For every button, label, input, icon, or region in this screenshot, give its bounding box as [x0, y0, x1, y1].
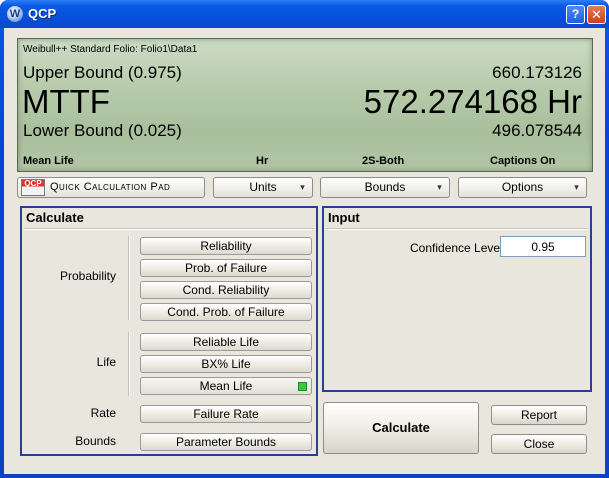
probability-label: Probability — [59, 269, 116, 283]
mean-life-label: Mean Life — [199, 379, 253, 393]
upper-bound-label: Upper Bound (0.975) — [23, 63, 182, 82]
options-dropdown[interactable]: Options ▾ — [458, 177, 587, 198]
divider — [128, 332, 130, 396]
results-display: Weibull++ Standard Folio: Folio1\Data1 U… — [17, 38, 593, 172]
bounds-label: Bounds — [75, 434, 116, 448]
mean-life-button[interactable]: Mean Life — [140, 377, 312, 395]
parameter-bounds-button[interactable]: Parameter Bounds — [140, 433, 312, 451]
chevron-down-icon: ▾ — [300, 182, 305, 192]
footer-captions: Captions On — [490, 155, 556, 167]
divider — [128, 236, 130, 320]
bounds-label: Bounds — [364, 180, 406, 194]
footer-mode: Mean Life — [23, 155, 74, 167]
footer-bounds: 2S-Both — [362, 155, 405, 167]
calculate-button[interactable]: Calculate — [323, 402, 479, 454]
units-label: Units — [249, 180, 277, 194]
units-dropdown[interactable]: Units ▾ — [213, 177, 313, 198]
toolbar: QCP Quick Calculation Pad Units ▾ Bounds… — [17, 177, 593, 199]
quick-calculation-pad-button[interactable]: QCP Quick Calculation Pad — [17, 177, 205, 198]
qcp-label: Quick Calculation Pad — [50, 181, 171, 193]
failure-rate-button[interactable]: Failure Rate — [140, 405, 312, 423]
confidence-level-input[interactable] — [500, 236, 586, 257]
weibull-app-icon: W — [7, 6, 23, 22]
qcp-window: W QCP ? ✕ Weibull++ Standard Folio: Foli… — [0, 0, 609, 478]
divider — [326, 228, 588, 230]
qcp-logo-icon: QCP — [21, 179, 45, 196]
window-close-button[interactable]: ✕ — [587, 5, 606, 24]
lower-bound-label: Lower Bound (0.025) — [23, 121, 182, 140]
cond-prob-of-failure-button[interactable]: Cond. Prob. of Failure — [140, 303, 312, 321]
input-group: Input Confidence Level — [322, 206, 592, 392]
input-title: Input — [328, 210, 360, 225]
calculate-title: Calculate — [26, 210, 84, 225]
life-label: Life — [96, 355, 116, 369]
cond-reliability-button[interactable]: Cond. Reliability — [140, 281, 312, 299]
rate-label: Rate — [90, 406, 116, 420]
upper-bound-value: 660.173126 — [492, 63, 582, 82]
footer-unit: Hr — [256, 155, 269, 167]
bounds-dropdown[interactable]: Bounds ▾ — [320, 177, 450, 198]
result-value: 572.274168 Hr — [363, 83, 582, 120]
selected-indicator-icon — [298, 382, 307, 391]
title-bar[interactable]: W QCP ? ✕ — [0, 0, 609, 28]
close-button[interactable]: Close — [491, 434, 587, 454]
chevron-down-icon: ▾ — [437, 182, 442, 192]
bx-life-button[interactable]: BX% Life — [140, 355, 312, 373]
reliable-life-button[interactable]: Reliable Life — [140, 333, 312, 351]
prob-of-failure-button[interactable]: Prob. of Failure — [140, 259, 312, 277]
help-button[interactable]: ? — [566, 5, 585, 24]
options-label: Options — [501, 180, 544, 194]
client-area: Weibull++ Standard Folio: Folio1\Data1 U… — [4, 28, 605, 474]
folio-path: Weibull++ Standard Folio: Folio1\Data1 — [23, 44, 198, 55]
confidence-level-label: Confidence Level — [410, 241, 503, 255]
chevron-down-icon: ▾ — [574, 182, 579, 192]
lower-bound-value: 496.078544 — [492, 121, 582, 140]
window-title: QCP — [28, 6, 57, 21]
report-button[interactable]: Report — [491, 405, 587, 425]
reliability-button[interactable]: Reliability — [140, 237, 312, 255]
divider — [24, 228, 314, 230]
calculate-group: Calculate Probability Life Rate Bounds R… — [20, 206, 318, 456]
result-label: MTTF — [22, 83, 110, 120]
